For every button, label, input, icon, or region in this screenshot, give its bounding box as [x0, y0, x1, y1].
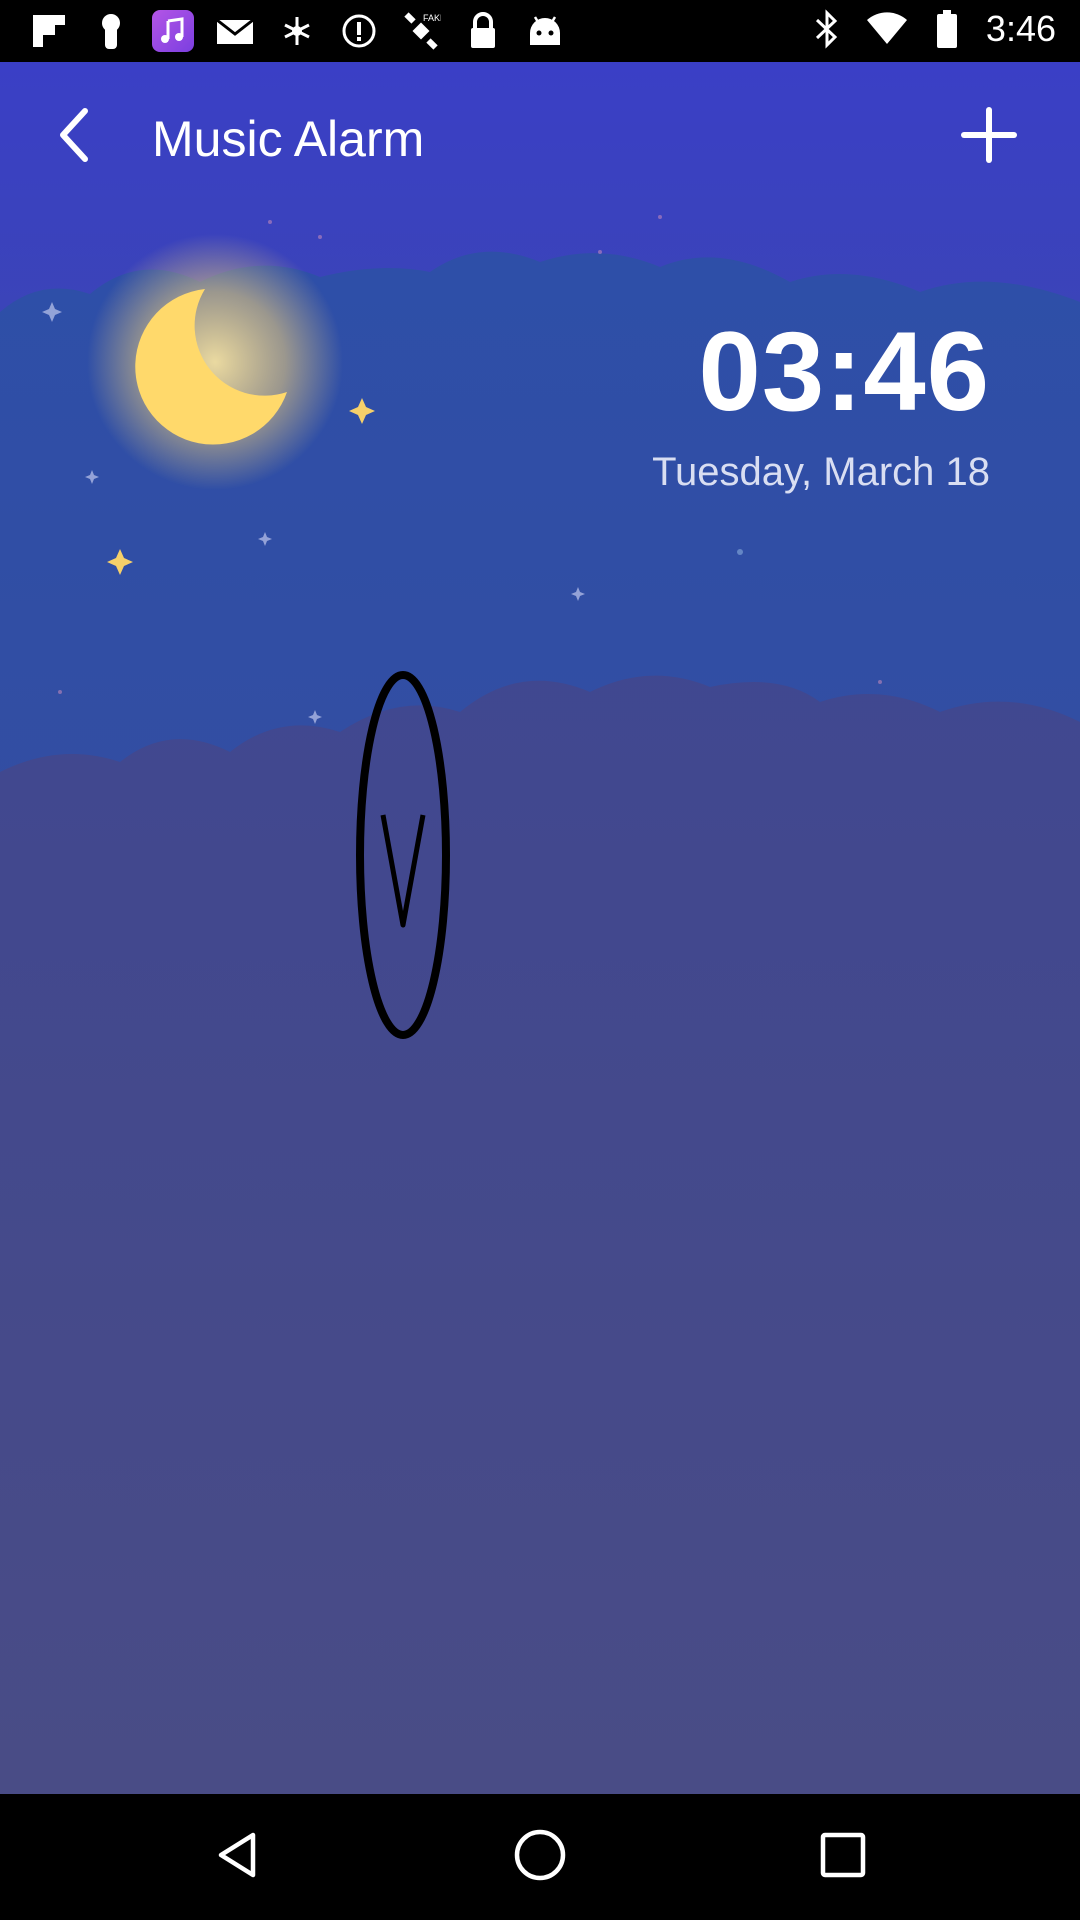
flipboard-icon: [28, 10, 70, 52]
moon-glow: [87, 234, 343, 490]
nav-home-button[interactable]: [505, 1822, 575, 1892]
nav-back-button[interactable]: [202, 1822, 272, 1892]
system-icons: 3:46: [806, 8, 1056, 50]
bluetooth-icon: [806, 8, 848, 50]
front-clouds: [0, 675, 1080, 1794]
music-note-icon: [152, 10, 194, 52]
navigation-bar: [0, 1794, 1080, 1920]
alert-icon: [338, 10, 380, 52]
status-time: 3:46: [985, 8, 1056, 49]
current-time: 03:46: [698, 309, 990, 434]
notification-icons: FAKE: [28, 10, 566, 52]
back-button[interactable]: [40, 102, 110, 172]
current-date: Tuesday, March 18: [652, 450, 990, 494]
app-screen: Music Alarm 03:46 Tuesday, March 18: [0, 62, 1080, 1794]
android-icon: [524, 10, 566, 52]
recents-square-icon: [818, 1830, 868, 1885]
lock-icon: [462, 10, 504, 52]
bug-icon: [276, 10, 318, 52]
chevron-left-icon: [55, 105, 95, 170]
app-header: Music Alarm: [0, 62, 1080, 210]
nav-recents-button[interactable]: [808, 1822, 878, 1892]
satellite-icon: FAKE: [400, 10, 442, 52]
page-title: Music Alarm: [152, 111, 425, 167]
chevron-down-icon: [380, 814, 426, 928]
expand-toggle-button[interactable]: [355, 670, 451, 1040]
wifi-icon: [866, 8, 908, 50]
add-alarm-button[interactable]: [954, 102, 1024, 172]
status-bar: FAKE 3:46: [0, 0, 1080, 62]
keyhole-icon: [90, 10, 132, 52]
back-triangle-icon: [213, 1830, 261, 1885]
battery-icon: [926, 8, 968, 50]
home-circle-icon: [512, 1827, 568, 1888]
plus-icon: [961, 106, 1017, 168]
mail-icon: [214, 10, 256, 52]
svg-text:FAKE: FAKE: [423, 13, 441, 23]
